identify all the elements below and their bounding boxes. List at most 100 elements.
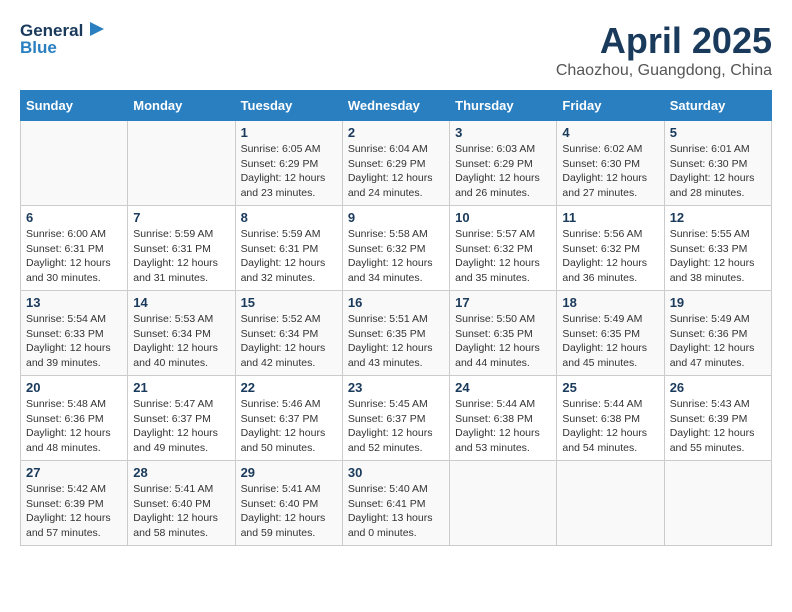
- day-info: Sunrise: 5:54 AM Sunset: 6:33 PM Dayligh…: [26, 312, 122, 371]
- day-number: 15: [241, 295, 337, 310]
- calendar-cell: 8 Sunrise: 5:59 AM Sunset: 6:31 PM Daylig…: [235, 206, 342, 291]
- column-header-saturday: Saturday: [664, 91, 771, 121]
- day-info: Sunrise: 5:49 AM Sunset: 6:35 PM Dayligh…: [562, 312, 658, 371]
- day-number: 20: [26, 380, 122, 395]
- day-info: Sunrise: 5:41 AM Sunset: 6:40 PM Dayligh…: [133, 482, 229, 541]
- day-number: 9: [348, 210, 444, 225]
- calendar-cell: 13 Sunrise: 5:54 AM Sunset: 6:33 PM Dayli…: [21, 291, 128, 376]
- calendar-cell: 1 Sunrise: 6:05 AM Sunset: 6:29 PM Daylig…: [235, 121, 342, 206]
- day-info: Sunrise: 6:04 AM Sunset: 6:29 PM Dayligh…: [348, 142, 444, 201]
- day-number: 17: [455, 295, 551, 310]
- calendar-cell: 24 Sunrise: 5:44 AM Sunset: 6:38 PM Dayli…: [450, 376, 557, 461]
- calendar-cell: 25Sunrise: 5:44 AM Sunset: 6:38 PM Dayli…: [557, 376, 664, 461]
- day-number: 4: [562, 125, 658, 140]
- calendar-cell: [450, 461, 557, 546]
- day-info: Sunrise: 5:59 AM Sunset: 6:31 PM Dayligh…: [133, 227, 229, 286]
- day-info: Sunrise: 5:49 AM Sunset: 6:36 PM Dayligh…: [670, 312, 766, 371]
- logo-blue: Blue: [20, 38, 57, 58]
- day-info: Sunrise: 5:44 AM Sunset: 6:38 PM Dayligh…: [562, 397, 658, 456]
- day-info: Sunrise: 5:44 AM Sunset: 6:38 PM Dayligh…: [455, 397, 551, 456]
- day-info: Sunrise: 5:59 AM Sunset: 6:31 PM Dayligh…: [241, 227, 337, 286]
- calendar-cell: 2Sunrise: 6:04 AM Sunset: 6:29 PM Daylig…: [342, 121, 449, 206]
- day-number: 3: [455, 125, 551, 140]
- day-info: Sunrise: 5:58 AM Sunset: 6:32 PM Dayligh…: [348, 227, 444, 286]
- calendar-cell: 7 Sunrise: 5:59 AM Sunset: 6:31 PM Daylig…: [128, 206, 235, 291]
- calendar-week-4: 20 Sunrise: 5:48 AM Sunset: 6:36 PM Dayli…: [21, 376, 772, 461]
- column-header-wednesday: Wednesday: [342, 91, 449, 121]
- calendar-cell: [557, 461, 664, 546]
- logo-flag-icon: [86, 20, 108, 42]
- day-info: Sunrise: 5:47 AM Sunset: 6:37 PM Dayligh…: [133, 397, 229, 456]
- day-info: Sunrise: 6:03 AM Sunset: 6:29 PM Dayligh…: [455, 142, 551, 201]
- column-header-friday: Friday: [557, 91, 664, 121]
- day-info: Sunrise: 6:02 AM Sunset: 6:30 PM Dayligh…: [562, 142, 658, 201]
- day-number: 29: [241, 465, 337, 480]
- logo: General Blue: [20, 20, 108, 58]
- day-info: Sunrise: 6:00 AM Sunset: 6:31 PM Dayligh…: [26, 227, 122, 286]
- calendar-cell: 9 Sunrise: 5:58 AM Sunset: 6:32 PM Daylig…: [342, 206, 449, 291]
- calendar-cell: 22Sunrise: 5:46 AM Sunset: 6:37 PM Dayli…: [235, 376, 342, 461]
- day-number: 24: [455, 380, 551, 395]
- calendar-cell: 16 Sunrise: 5:51 AM Sunset: 6:35 PM Dayli…: [342, 291, 449, 376]
- day-info: Sunrise: 5:50 AM Sunset: 6:35 PM Dayligh…: [455, 312, 551, 371]
- day-info: Sunrise: 6:05 AM Sunset: 6:29 PM Dayligh…: [241, 142, 337, 201]
- calendar-cell: 12 Sunrise: 5:55 AM Sunset: 6:33 PM Dayli…: [664, 206, 771, 291]
- day-info: Sunrise: 5:46 AM Sunset: 6:37 PM Dayligh…: [241, 397, 337, 456]
- day-number: 28: [133, 465, 229, 480]
- header-row: SundayMondayTuesdayWednesdayThursdayFrid…: [21, 91, 772, 121]
- title-block: April 2025 Chaozhou, Guangdong, China: [556, 20, 772, 80]
- main-title: April 2025: [556, 20, 772, 62]
- calendar-cell: 14Sunrise: 5:53 AM Sunset: 6:34 PM Dayli…: [128, 291, 235, 376]
- day-info: Sunrise: 5:48 AM Sunset: 6:36 PM Dayligh…: [26, 397, 122, 456]
- calendar-cell: 3 Sunrise: 6:03 AM Sunset: 6:29 PM Daylig…: [450, 121, 557, 206]
- day-info: Sunrise: 5:42 AM Sunset: 6:39 PM Dayligh…: [26, 482, 122, 541]
- day-number: 1: [241, 125, 337, 140]
- column-header-tuesday: Tuesday: [235, 91, 342, 121]
- day-number: 27: [26, 465, 122, 480]
- calendar-header: SundayMondayTuesdayWednesdayThursdayFrid…: [21, 91, 772, 121]
- day-number: 8: [241, 210, 337, 225]
- day-number: 13: [26, 295, 122, 310]
- day-number: 16: [348, 295, 444, 310]
- day-info: Sunrise: 6:01 AM Sunset: 6:30 PM Dayligh…: [670, 142, 766, 201]
- day-info: Sunrise: 5:57 AM Sunset: 6:32 PM Dayligh…: [455, 227, 551, 286]
- calendar-cell: 21 Sunrise: 5:47 AM Sunset: 6:37 PM Dayli…: [128, 376, 235, 461]
- day-number: 14: [133, 295, 229, 310]
- calendar-week-3: 13 Sunrise: 5:54 AM Sunset: 6:33 PM Dayli…: [21, 291, 772, 376]
- day-info: Sunrise: 5:51 AM Sunset: 6:35 PM Dayligh…: [348, 312, 444, 371]
- day-info: Sunrise: 5:56 AM Sunset: 6:32 PM Dayligh…: [562, 227, 658, 286]
- day-number: 12: [670, 210, 766, 225]
- calendar-cell: 30 Sunrise: 5:40 AM Sunset: 6:41 PM Dayli…: [342, 461, 449, 546]
- column-header-thursday: Thursday: [450, 91, 557, 121]
- day-info: Sunrise: 5:43 AM Sunset: 6:39 PM Dayligh…: [670, 397, 766, 456]
- calendar-cell: 23Sunrise: 5:45 AM Sunset: 6:37 PM Dayli…: [342, 376, 449, 461]
- column-header-monday: Monday: [128, 91, 235, 121]
- calendar-cell: 28 Sunrise: 5:41 AM Sunset: 6:40 PM Dayli…: [128, 461, 235, 546]
- day-info: Sunrise: 5:52 AM Sunset: 6:34 PM Dayligh…: [241, 312, 337, 371]
- calendar-week-1: 1 Sunrise: 6:05 AM Sunset: 6:29 PM Daylig…: [21, 121, 772, 206]
- calendar-week-2: 6 Sunrise: 6:00 AM Sunset: 6:31 PM Daylig…: [21, 206, 772, 291]
- day-info: Sunrise: 5:55 AM Sunset: 6:33 PM Dayligh…: [670, 227, 766, 286]
- calendar-cell: 5 Sunrise: 6:01 AM Sunset: 6:30 PM Daylig…: [664, 121, 771, 206]
- calendar-cell: 18 Sunrise: 5:49 AM Sunset: 6:35 PM Dayli…: [557, 291, 664, 376]
- day-number: 18: [562, 295, 658, 310]
- calendar-cell: 20 Sunrise: 5:48 AM Sunset: 6:36 PM Dayli…: [21, 376, 128, 461]
- calendar-cell: 10 Sunrise: 5:57 AM Sunset: 6:32 PM Dayli…: [450, 206, 557, 291]
- day-number: 6: [26, 210, 122, 225]
- day-number: 19: [670, 295, 766, 310]
- day-number: 7: [133, 210, 229, 225]
- calendar-cell: 29 Sunrise: 5:41 AM Sunset: 6:40 PM Dayli…: [235, 461, 342, 546]
- day-number: 5: [670, 125, 766, 140]
- day-number: 26: [670, 380, 766, 395]
- calendar-cell: 6 Sunrise: 6:00 AM Sunset: 6:31 PM Daylig…: [21, 206, 128, 291]
- day-number: 10: [455, 210, 551, 225]
- calendar-cell: 27 Sunrise: 5:42 AM Sunset: 6:39 PM Dayli…: [21, 461, 128, 546]
- day-info: Sunrise: 5:40 AM Sunset: 6:41 PM Dayligh…: [348, 482, 444, 541]
- day-info: Sunrise: 5:41 AM Sunset: 6:40 PM Dayligh…: [241, 482, 337, 541]
- calendar-cell: 26 Sunrise: 5:43 AM Sunset: 6:39 PM Dayli…: [664, 376, 771, 461]
- day-number: 11: [562, 210, 658, 225]
- day-number: 21: [133, 380, 229, 395]
- calendar-cell: [21, 121, 128, 206]
- page-header: General Blue April 2025 Chaozhou, Guangd…: [20, 20, 772, 80]
- day-number: 30: [348, 465, 444, 480]
